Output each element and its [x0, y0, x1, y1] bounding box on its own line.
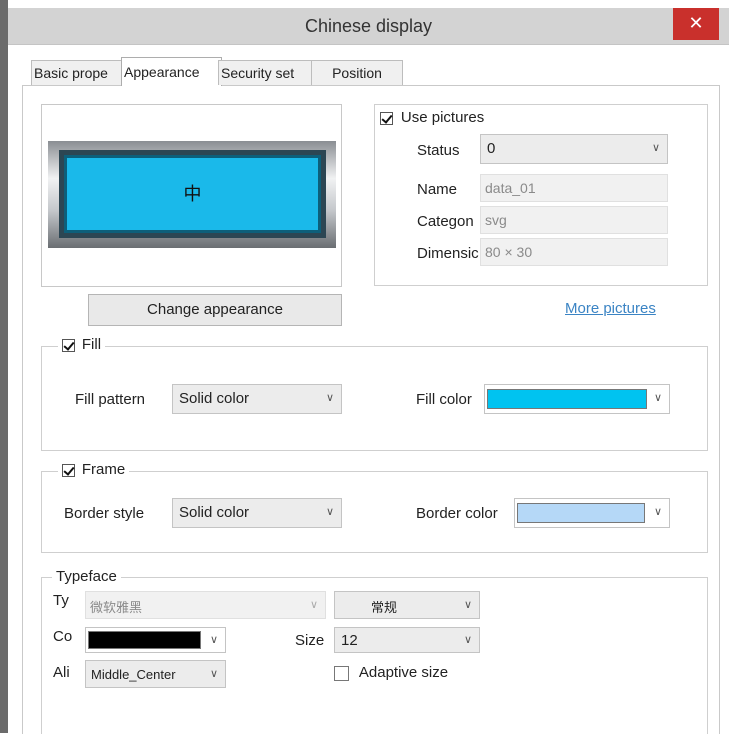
dimension-value: 80 × 30 — [485, 244, 533, 260]
fill-color-picker[interactable]: ∨ — [484, 384, 670, 414]
more-pictures-link[interactable]: More pictures — [565, 300, 656, 317]
text-color-picker[interactable]: ∨ — [85, 627, 226, 653]
tab-security-settings[interactable]: Security set — [218, 60, 314, 85]
category-label: Categon — [417, 213, 474, 230]
border-color-swatch — [517, 503, 645, 523]
border-style-value: Solid color — [179, 504, 250, 521]
fill-toggle[interactable]: Fill — [58, 336, 106, 353]
adaptive-size-label: Adaptive size — [358, 664, 449, 681]
chevron-down-icon: ∨ — [651, 142, 660, 154]
fill-checkbox[interactable] — [62, 338, 75, 352]
border-color-label: Border color — [416, 505, 498, 522]
chevron-down-icon: ∨ — [463, 599, 472, 611]
use-pictures-toggle[interactable]: Use pictures — [380, 109, 484, 126]
chevron-down-icon: ∨ — [463, 634, 472, 646]
fill-pattern-label: Fill pattern — [75, 391, 146, 408]
title-bar: Chinese display ✕ — [8, 8, 729, 45]
fill-pattern-value: Solid color — [179, 390, 250, 407]
tab-appearance[interactable]: Appearance — [121, 57, 222, 86]
font-family-select: 微软雅黑 ∨ — [85, 591, 326, 619]
frame-checkbox[interactable] — [62, 463, 75, 477]
fill-pattern-select[interactable]: Solid color ∨ — [172, 384, 342, 414]
close-icon: ✕ — [688, 13, 704, 33]
alignment-value: Middle_Center — [91, 667, 176, 682]
chevron-down-icon: ∨ — [653, 506, 662, 518]
typeface-color-label: Co — [53, 628, 73, 645]
tab-basic-properties[interactable]: Basic prope — [31, 60, 125, 85]
font-weight-select[interactable]: 常规 ∨ — [334, 591, 480, 619]
window-left-edge — [0, 0, 8, 733]
border-style-select[interactable]: Solid color ∨ — [172, 498, 342, 528]
status-label: Status — [417, 142, 460, 159]
typeface-align-label: Ali — [53, 664, 70, 681]
use-pictures-checkbox[interactable] — [380, 111, 393, 125]
font-family-value: 微软雅黑 — [90, 600, 143, 615]
border-style-label: Border style — [64, 505, 145, 522]
dimension-field: 80 × 30 — [480, 238, 668, 266]
typeface-legend: Typeface — [52, 568, 121, 585]
chevron-down-icon: ∨ — [325, 392, 334, 404]
status-value: 0 — [487, 140, 496, 157]
chevron-down-icon: ∨ — [209, 634, 218, 646]
text-color-swatch — [88, 631, 201, 649]
font-weight-value: 常规 — [371, 600, 398, 615]
fill-color-label: Fill color — [416, 391, 472, 408]
adaptive-size-checkbox[interactable] — [334, 665, 349, 681]
chevron-down-icon: ∨ — [325, 506, 334, 518]
chevron-down-icon: ∨ — [209, 668, 218, 680]
tab-position[interactable]: Position — [311, 60, 403, 85]
name-field: data_01 — [480, 174, 668, 202]
status-select[interactable]: 0 ∨ — [480, 134, 668, 164]
font-size-select[interactable]: 12 ∨ — [334, 627, 480, 653]
window-title: Chinese display — [304, 16, 433, 36]
fill-color-swatch — [487, 389, 647, 409]
adaptive-size-toggle[interactable]: Adaptive size — [334, 664, 448, 681]
frame-label: Frame — [81, 461, 126, 478]
frame-toggle[interactable]: Frame — [58, 461, 130, 478]
change-appearance-button[interactable]: Change appearance — [88, 294, 342, 326]
use-pictures-label: Use pictures — [400, 109, 485, 126]
name-value: data_01 — [485, 180, 536, 196]
border-color-picker[interactable]: ∨ — [514, 498, 670, 528]
close-button[interactable]: ✕ — [673, 8, 719, 40]
size-label: Size — [295, 632, 325, 649]
chevron-down-icon: ∨ — [309, 599, 318, 611]
category-field: svg — [480, 206, 668, 234]
preview-display-text: 中 — [64, 155, 321, 233]
alignment-select[interactable]: Middle_Center ∨ — [85, 660, 226, 688]
dimension-label: Dimensic — [417, 245, 479, 262]
fill-label: Fill — [81, 336, 102, 353]
name-label: Name — [417, 181, 458, 198]
font-size-value: 12 — [341, 632, 358, 649]
typeface-type-label: Ty — [53, 592, 69, 609]
chevron-down-icon: ∨ — [653, 392, 662, 404]
category-value: svg — [485, 212, 507, 228]
